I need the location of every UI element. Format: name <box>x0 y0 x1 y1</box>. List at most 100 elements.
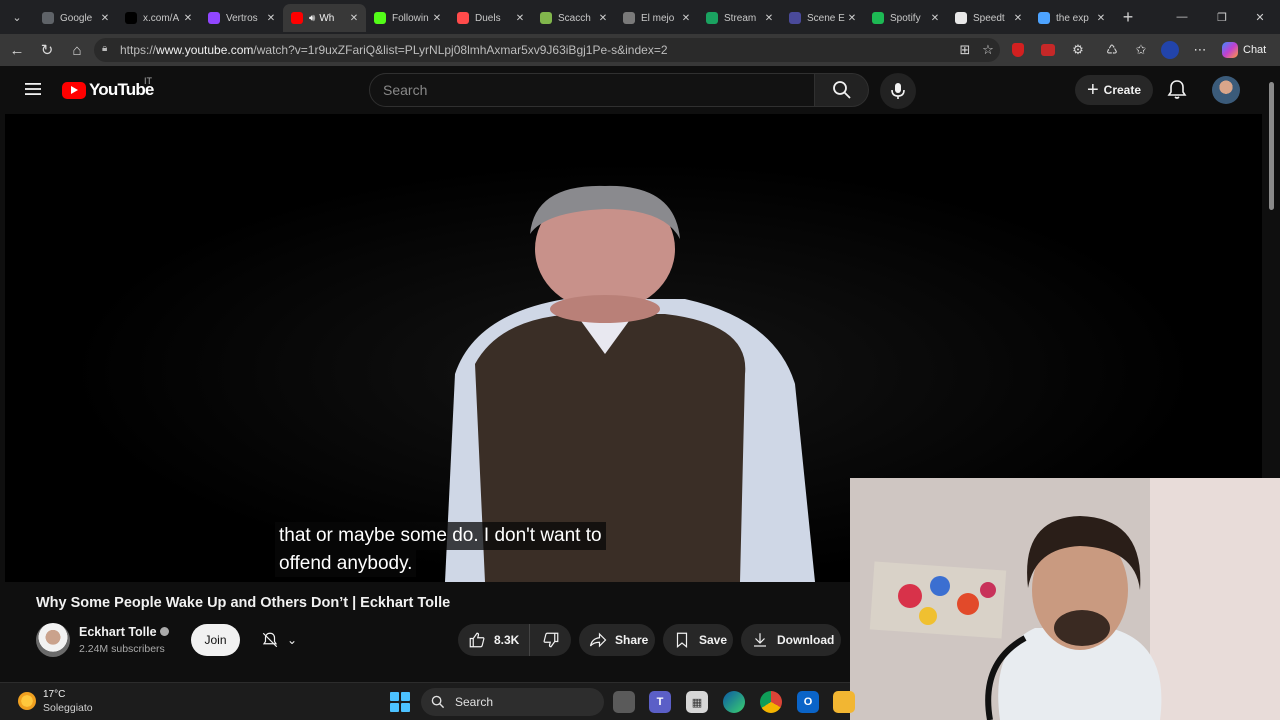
notifications-bell-icon[interactable] <box>1165 78 1189 102</box>
outlook-icon[interactable]: O <box>797 691 819 713</box>
browser-tab[interactable]: Stream ✕ <box>698 4 781 32</box>
channel-name[interactable]: Eckhart Tolle <box>79 625 157 639</box>
tab-favicon-icon <box>374 12 386 24</box>
site-info-icon[interactable]: 🔒︎ <box>102 43 107 54</box>
download-icon <box>754 633 766 647</box>
new-tab-button[interactable]: + <box>1113 7 1143 28</box>
like-button[interactable]: 8.3K <box>458 624 530 656</box>
hamburger-menu-icon[interactable] <box>24 80 42 98</box>
profile-icon[interactable] <box>1160 40 1180 60</box>
search-button[interactable] <box>815 73 869 107</box>
task-view-icon[interactable] <box>613 691 635 713</box>
teams-icon[interactable]: T <box>649 691 671 713</box>
sun-weather-icon[interactable] <box>18 692 36 710</box>
tab-close-icon[interactable]: ✕ <box>763 13 775 24</box>
channel-avatar[interactable] <box>36 623 70 657</box>
browser-tab[interactable]: Followin ✕ <box>366 4 449 32</box>
tab-close-icon[interactable]: ✕ <box>431 13 443 24</box>
edge-browser-icon[interactable] <box>723 691 745 713</box>
favorites-icon[interactable]: ✩ <box>1131 40 1151 60</box>
tab-close-icon[interactable]: ✕ <box>929 13 941 24</box>
tab-favicon-icon <box>125 12 137 24</box>
join-button[interactable]: Join <box>191 624 240 656</box>
tab-audio-icon[interactable]: 🔊︎ <box>309 13 315 24</box>
file-explorer-icon[interactable] <box>833 691 855 713</box>
search-input[interactable] <box>369 73 815 107</box>
browser-tab[interactable]: Spotify ✕ <box>864 4 947 32</box>
account-avatar[interactable] <box>1212 76 1240 104</box>
browser-tab[interactable]: Scene E ✕ <box>781 4 864 32</box>
webcam-overlay <box>850 478 1280 720</box>
browser-tab[interactable]: Speedt ✕ <box>947 4 1030 32</box>
tab-close-icon[interactable]: ✕ <box>348 13 360 24</box>
create-button[interactable]: + Create <box>1075 75 1153 105</box>
thumbs-down-icon <box>543 632 558 648</box>
weather-description[interactable]: Soleggiato <box>43 702 93 714</box>
home-button[interactable]: ⌂ <box>62 35 92 65</box>
browser-tab[interactable]: Google ✕ <box>34 4 117 32</box>
tab-title: the exp <box>1056 12 1089 24</box>
browser-tab[interactable]: 🔊︎ Wh ✕ <box>283 4 366 32</box>
browser-tab-strip: ⌄ Google ✕ x.com/A ✕ Vertros ✕ 🔊︎ Wh ✕ Followin ✕ D… <box>0 0 1280 34</box>
address-bar[interactable]: 🔒︎ https://www.youtube.com/watch?v=1r9ux… <box>94 38 1000 62</box>
browser-tab[interactable]: Duels ✕ <box>449 4 532 32</box>
start-button[interactable] <box>390 692 410 712</box>
favorite-star-icon[interactable]: ☆ <box>978 40 998 60</box>
scrollbar-thumb[interactable] <box>1269 82 1274 210</box>
country-code: IT <box>144 76 152 86</box>
tab-close-icon[interactable]: ✕ <box>182 13 194 24</box>
microsoft-store-icon[interactable]: ▦ <box>686 691 708 713</box>
app-available-icon[interactable]: ⊞ <box>955 40 975 60</box>
voice-search-button[interactable] <box>880 73 916 109</box>
extension-badge-icon[interactable] <box>1038 40 1058 60</box>
extensions-puzzle-icon[interactable]: ⚙ <box>1068 40 1088 60</box>
url-host: www.youtube.com <box>156 43 254 57</box>
tab-close-icon[interactable]: ✕ <box>1095 13 1107 24</box>
more-menu-icon[interactable]: ⋯ <box>1190 40 1210 60</box>
browser-tab[interactable]: Scacch ✕ <box>532 4 615 32</box>
tab-close-icon[interactable]: ✕ <box>265 13 277 24</box>
dislike-button[interactable] <box>530 624 571 656</box>
tab-title: Wh <box>319 12 335 24</box>
restore-button[interactable]: ❐ <box>1202 0 1242 34</box>
bell-off-icon <box>262 632 278 648</box>
tab-actions-menu[interactable]: ⌄ <box>0 0 34 34</box>
share-button[interactable]: Share <box>579 624 655 656</box>
verified-check-icon <box>160 627 169 636</box>
extension-red-icon[interactable] <box>1008 40 1028 60</box>
copilot-chat-button[interactable]: Chat <box>1222 40 1272 60</box>
tab-close-icon[interactable]: ✕ <box>514 13 526 24</box>
youtube-play-icon <box>62 81 86 99</box>
browser-tab[interactable]: the exp ✕ <box>1030 4 1113 32</box>
browser-tab[interactable]: x.com/A ✕ <box>117 4 200 32</box>
browser-tab[interactable]: Vertros ✕ <box>200 4 283 32</box>
taskbar-search[interactable]: Search <box>421 688 604 716</box>
tab-title: Scacch <box>558 12 591 24</box>
tab-close-icon[interactable]: ✕ <box>680 13 692 24</box>
youtube-logo[interactable]: YouTube IT <box>62 76 154 100</box>
tab-close-icon[interactable]: ✕ <box>1012 13 1024 24</box>
tab-favicon-icon <box>955 12 967 24</box>
browser-essentials-icon[interactable]: ♺ <box>1102 40 1122 60</box>
weather-temperature[interactable]: 17°C <box>43 689 65 700</box>
close-window-button[interactable]: ✕ <box>1240 0 1280 34</box>
tab-close-icon[interactable]: ✕ <box>846 13 858 24</box>
thumbs-up-icon <box>469 632 485 648</box>
browser-tab[interactable]: El mejo ✕ <box>615 4 698 32</box>
back-button[interactable]: ← <box>2 35 32 65</box>
search-icon <box>431 695 445 709</box>
minimize-button[interactable]: — <box>1162 0 1202 34</box>
chrome-browser-icon[interactable] <box>760 691 782 713</box>
tab-close-icon[interactable]: ✕ <box>597 13 609 24</box>
tab-favicon-icon <box>623 12 635 24</box>
webcam-frame <box>850 478 1280 720</box>
reload-button[interactable]: ↻ <box>32 35 62 65</box>
download-button[interactable]: Download <box>741 624 841 656</box>
video-subtitles: that or maybe some do. I don't want to o… <box>275 522 606 577</box>
tab-title: Google <box>60 12 93 24</box>
microphone-icon <box>891 83 905 99</box>
tab-close-icon[interactable]: ✕ <box>99 13 111 24</box>
subscription-notifications-button[interactable]: ⌄ <box>250 624 308 656</box>
windows-logo-tile <box>390 692 399 701</box>
save-button[interactable]: Save <box>663 624 733 656</box>
